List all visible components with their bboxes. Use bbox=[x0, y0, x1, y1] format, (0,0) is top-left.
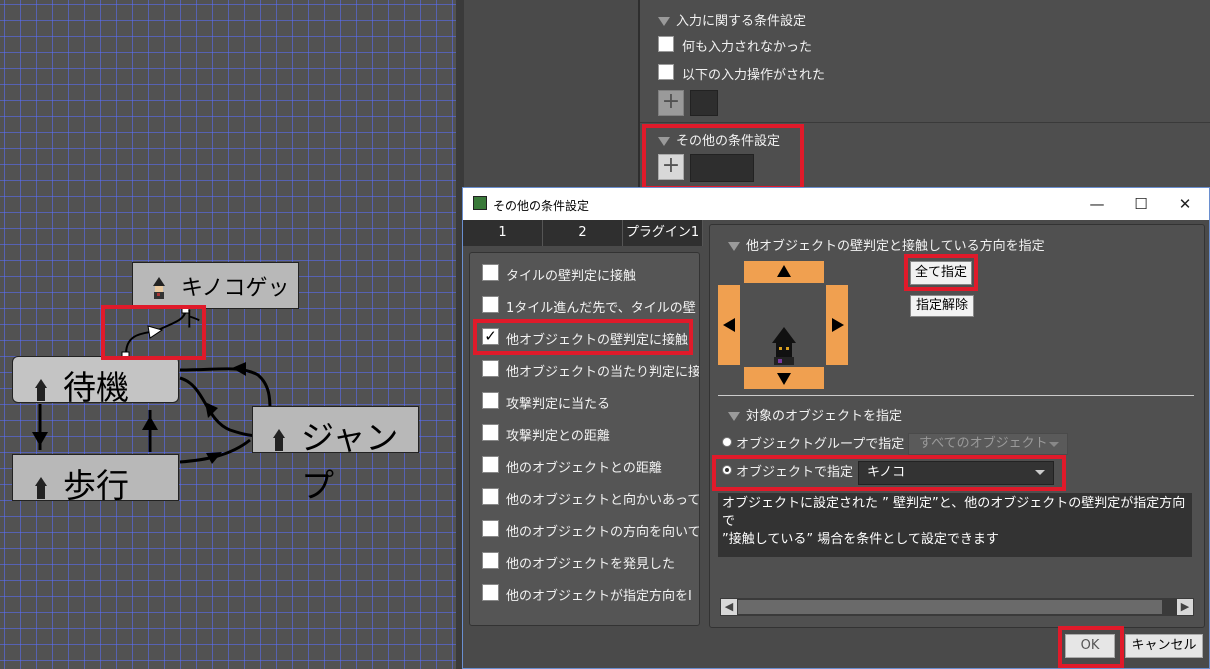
condition-detail-panel: 他オブジェクトの壁判定と接触している方向を指定 全て指定 指定解除 対象のオブジ… bbox=[709, 224, 1205, 628]
dialog-titlebar[interactable]: その他の条件設定 — ☐ ✕ bbox=[463, 188, 1209, 220]
dialog-title: その他の条件設定 bbox=[493, 199, 590, 213]
input-section-header[interactable]: 入力に関する条件設定 bbox=[658, 10, 806, 29]
arrow-left-icon bbox=[723, 318, 735, 332]
node-label: ジャンプ bbox=[301, 418, 399, 505]
list-item[interactable]: 他のオブジェクトとの距離 bbox=[482, 455, 699, 476]
section-title: 入力に関する条件設定 bbox=[676, 14, 807, 29]
list-item[interactable]: 他のオブジェクトを発見した bbox=[482, 551, 699, 572]
node-label: 歩行 bbox=[63, 466, 129, 505]
character-sprite bbox=[768, 327, 800, 369]
list-item-label: 他オブジェクトの当たり判定に接 bbox=[506, 365, 700, 380]
collapse-triangle-icon bbox=[728, 242, 740, 251]
character-icon bbox=[151, 277, 167, 299]
input-done-checkbox[interactable] bbox=[658, 64, 674, 80]
node-taiki[interactable]: 待機 bbox=[12, 356, 179, 407]
arrow-up-icon bbox=[777, 265, 791, 277]
no-input-checkbox[interactable] bbox=[658, 36, 674, 52]
checkbox[interactable] bbox=[482, 552, 499, 569]
checkbox[interactable] bbox=[482, 264, 499, 281]
checkbox[interactable] bbox=[482, 360, 499, 377]
checkbox[interactable] bbox=[482, 424, 499, 441]
list-item-label: 1タイル進んだ先で、タイルの壁 bbox=[506, 301, 696, 316]
cancel-button[interactable]: キャンセル bbox=[1125, 634, 1203, 658]
collapse-triangle-icon bbox=[728, 412, 740, 421]
checkbox[interactable] bbox=[482, 488, 499, 505]
arrow-down-icon bbox=[777, 373, 791, 385]
list-item[interactable]: 他のオブジェクトが指定方向をI bbox=[482, 583, 699, 604]
checkbox[interactable] bbox=[482, 520, 499, 537]
maximize-icon[interactable]: ☐ bbox=[1121, 192, 1161, 216]
tab-bar: 1 2 プラグイン1 bbox=[463, 220, 703, 246]
tab-2[interactable]: 2 bbox=[543, 220, 623, 246]
arrow-right-icon bbox=[832, 318, 844, 332]
list-item[interactable]: 攻撃判定との距離 bbox=[482, 423, 699, 444]
state-graph-canvas[interactable]: キノコゲット 待機 ジャンプ 歩行 bbox=[0, 0, 456, 669]
highlight-link bbox=[101, 305, 206, 360]
description-text: オブジェクトに設定された ” 壁判定”と、他のオブジェクトの壁判定が指定方向で … bbox=[718, 493, 1192, 557]
list-item-label: 攻撃判定に当たる bbox=[506, 397, 611, 412]
highlight-checked-item bbox=[473, 319, 693, 355]
direction-section-header[interactable]: 他オブジェクトの壁判定と接触している方向を指定 bbox=[728, 235, 1045, 254]
node-jump[interactable]: ジャンプ bbox=[252, 406, 419, 505]
close-icon[interactable]: ✕ bbox=[1165, 192, 1205, 216]
app-icon bbox=[473, 196, 487, 210]
link-taiki-jump-top bbox=[179, 367, 272, 411]
highlight-select-all bbox=[904, 254, 978, 291]
character-icon bbox=[271, 429, 287, 451]
no-input-label: 何も入力されなかった bbox=[682, 40, 813, 55]
node-kinoko-get[interactable]: キノコゲット bbox=[132, 262, 299, 333]
tab-1[interactable]: 1 bbox=[463, 220, 543, 246]
checkbox[interactable] bbox=[482, 456, 499, 473]
condition-list: タイルの壁判定に接触 1タイル進んだ先で、タイルの壁 ✓ 他オブジェクトの壁判定に… bbox=[469, 252, 700, 626]
minimize-icon[interactable]: — bbox=[1077, 192, 1117, 216]
highlight-other-section bbox=[642, 124, 804, 190]
highlight-ok-button bbox=[1058, 626, 1124, 668]
character-icon bbox=[33, 477, 49, 499]
divider bbox=[718, 395, 1194, 396]
list-item-label: 他のオブジェクトが指定方向をI bbox=[506, 589, 692, 604]
checkbox[interactable] bbox=[482, 296, 499, 313]
chevron-down-icon bbox=[1049, 442, 1059, 447]
by-group-label: オブジェクトグループで指定 bbox=[736, 437, 905, 452]
list-item-label: 他のオブジェクトとの距離 bbox=[506, 461, 662, 476]
group-select-value: すべてのオブジェクト bbox=[919, 436, 1048, 451]
character-icon bbox=[33, 379, 49, 401]
add-input-button[interactable]: + bbox=[658, 90, 684, 116]
horizontal-scrollbar[interactable]: ◀ ▶ bbox=[720, 598, 1194, 616]
target-section-header[interactable]: 対象のオブジェクトを指定 bbox=[728, 405, 902, 424]
input-done-label: 以下の入力操作がされた bbox=[682, 68, 826, 83]
group-select[interactable]: すべてのオブジェクト bbox=[908, 433, 1068, 455]
list-item-label: 他のオブジェクトと向かいあって bbox=[506, 493, 700, 508]
by-group-radio[interactable] bbox=[722, 437, 732, 447]
transition-links bbox=[32, 307, 272, 464]
checkbox[interactable] bbox=[482, 392, 499, 409]
tab-plugin1[interactable]: プラグイン1 bbox=[623, 220, 703, 246]
direction-picker bbox=[718, 261, 850, 389]
scroll-left-icon[interactable]: ◀ bbox=[721, 599, 737, 615]
list-item-label: 他のオブジェクトの方向を向いて bbox=[506, 525, 700, 540]
list-item[interactable]: 他のオブジェクトと向かいあって bbox=[482, 487, 700, 508]
scroll-thumb[interactable] bbox=[738, 600, 1162, 614]
divider bbox=[640, 122, 1210, 123]
list-item[interactable]: 攻撃判定に当たる bbox=[482, 391, 699, 412]
other-conditions-dialog: その他の条件設定 — ☐ ✕ 1 2 プラグイン1 タイルの壁判定に接触 1タイ… bbox=[462, 187, 1210, 669]
scroll-right-icon[interactable]: ▶ bbox=[1177, 599, 1193, 615]
list-item[interactable]: 他オブジェクトの当たり判定に接 bbox=[482, 359, 700, 380]
node-hokou[interactable]: 歩行 bbox=[12, 454, 179, 505]
section-title: 対象のオブジェクトを指定 bbox=[746, 409, 903, 424]
highlight-object-select bbox=[712, 455, 1066, 491]
link-taiki-jump-mid bbox=[179, 376, 263, 438]
node-label: 待機 bbox=[63, 368, 129, 407]
deselect-button[interactable]: 指定解除 bbox=[910, 295, 974, 317]
list-item[interactable]: タイルの壁判定に接触 bbox=[482, 263, 699, 284]
list-item[interactable]: 他のオブジェクトの方向を向いて bbox=[482, 519, 700, 540]
section-title: 他オブジェクトの壁判定と接触している方向を指定 bbox=[746, 239, 1045, 254]
list-item-label: 他のオブジェクトを発見した bbox=[506, 557, 676, 572]
list-item-label: タイルの壁判定に接触 bbox=[506, 269, 637, 284]
collapse-triangle-icon bbox=[658, 17, 670, 26]
checkbox[interactable] bbox=[482, 584, 499, 601]
list-item-label: 攻撃判定との距離 bbox=[506, 429, 610, 444]
list-item[interactable]: 1タイル進んだ先で、タイルの壁 bbox=[482, 295, 699, 316]
input-list-box[interactable] bbox=[690, 90, 718, 116]
